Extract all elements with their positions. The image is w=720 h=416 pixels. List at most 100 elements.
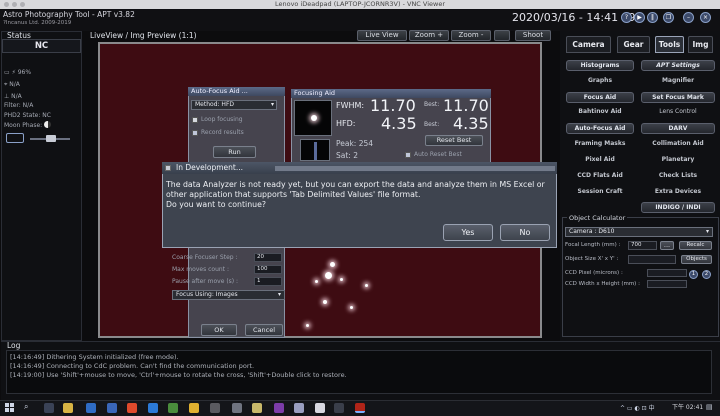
restore-icon[interactable]: ❐: [663, 12, 674, 23]
bahtinov-aid-button[interactable]: Bahtinov Aid: [566, 107, 634, 118]
framing-masks-button[interactable]: Framing Masks: [566, 139, 634, 150]
minimize-icon[interactable]: –: [683, 12, 694, 23]
log-line: [14:16:49] Connecting to CdC problem. Ca…: [10, 362, 255, 370]
star: [340, 278, 343, 281]
auto-focus-aid-button[interactable]: Auto-Focus Aid: [566, 123, 634, 134]
reset-best-button[interactable]: Reset Best: [425, 135, 483, 146]
windows-start-icon[interactable]: [5, 403, 14, 412]
loop-focusing-checkbox[interactable]: Loop focusing: [192, 116, 243, 123]
clock: 2020/03/16 - 14:41 49: [512, 11, 636, 24]
battery-icon: ▭ ⚡: [4, 69, 18, 76]
app-icon[interactable]: [334, 403, 344, 413]
pixel-aid-button[interactable]: Pixel Aid: [566, 155, 634, 166]
zoom-dot-icon[interactable]: [20, 2, 25, 7]
mail-icon[interactable]: [148, 403, 158, 413]
recalc-button[interactable]: Recalc: [679, 241, 712, 250]
app-icon[interactable]: [252, 403, 262, 413]
run-button[interactable]: Run: [213, 146, 256, 158]
camera-select[interactable]: Camera : D610 ▾: [565, 227, 713, 237]
histograms-button[interactable]: Histograms: [566, 60, 634, 71]
zoom-in-button[interactable]: Zoom +: [409, 30, 449, 41]
darv-button[interactable]: DARV: [641, 123, 715, 134]
yes-button[interactable]: Yes: [443, 224, 493, 241]
live-view-button[interactable]: Live View: [357, 30, 407, 41]
fullscreen-button[interactable]: [494, 30, 510, 41]
no-button[interactable]: No: [500, 224, 550, 241]
focus-aid-button[interactable]: Focus Aid: [566, 92, 634, 103]
app-icon[interactable]: [210, 403, 220, 413]
shoot-button[interactable]: Shoot: [515, 30, 551, 41]
profile-graph: [300, 139, 330, 161]
collimation-aid-button[interactable]: Collimation Aid: [641, 139, 715, 150]
play-icon[interactable]: ▶: [634, 12, 645, 23]
objects-button[interactable]: Objects: [681, 255, 712, 264]
pause-icon[interactable]: ‖: [647, 12, 658, 23]
apt-app-icon[interactable]: [355, 403, 365, 413]
close-icon[interactable]: ×: [700, 12, 711, 23]
hfd-best-value: 4.35: [453, 114, 489, 133]
app-icon[interactable]: [315, 403, 325, 413]
office-icon[interactable]: [127, 403, 137, 413]
app-icon[interactable]: [294, 403, 304, 413]
session-craft-button[interactable]: Session Craft: [566, 187, 634, 198]
extra-devices-button[interactable]: Extra Devices: [641, 187, 715, 198]
scope-slider-handle[interactable]: [46, 135, 56, 142]
ok-button[interactable]: OK: [201, 324, 237, 336]
ccd-flats-aid-button[interactable]: CCD Flats Aid: [566, 171, 634, 182]
phd2-status: PHD2 State: NC: [4, 112, 51, 119]
hfd-label: HFD:: [336, 119, 356, 128]
hfd-best-label: Best:: [424, 121, 440, 128]
tab-gear[interactable]: Gear: [617, 36, 650, 53]
tab-tools[interactable]: Tools: [655, 36, 684, 53]
chrome-icon[interactable]: [189, 403, 199, 413]
max-moves-input[interactable]: 100: [254, 265, 282, 274]
object-size-input[interactable]: [628, 255, 676, 264]
graphs-button[interactable]: Graphs: [566, 76, 634, 87]
tab-camera[interactable]: Camera: [566, 36, 611, 53]
two-icon[interactable]: 2: [702, 270, 711, 279]
app-icon[interactable]: [168, 403, 178, 413]
focal-more-button[interactable]: ...: [660, 241, 674, 250]
file-explorer-icon[interactable]: [63, 403, 73, 413]
liveview-head: LiveView / Img Preview (1:1): [90, 31, 197, 40]
ccd-pixel-input[interactable]: [647, 269, 687, 277]
planetary-button[interactable]: Planetary: [641, 155, 715, 166]
pause-input[interactable]: 1: [254, 277, 282, 286]
one-icon[interactable]: 1: [689, 270, 698, 279]
ccd-size-input[interactable]: [647, 280, 687, 288]
ccd-size-label: CCD Width x Height (mm) :: [565, 281, 640, 287]
record-results-checkbox[interactable]: Record results: [192, 129, 244, 136]
coarse-step-input[interactable]: 20: [254, 253, 282, 262]
zoom-out-button[interactable]: Zoom -: [451, 30, 491, 41]
info-icon[interactable]: ?: [621, 12, 632, 23]
ccd-pixel-label: CCD Pixel (microns) :: [565, 270, 623, 276]
close-dot-icon[interactable]: [4, 2, 9, 7]
vnc-title: Lenovo iDeadpad (LAPTOP-JCORNR3V) - VNC …: [274, 0, 446, 8]
search-icon[interactable]: ⌕: [24, 402, 28, 412]
auto-reset-checkbox[interactable]: Auto Reset Best: [405, 151, 462, 158]
indigo-indi-button[interactable]: INDIGO / INDI: [641, 202, 715, 213]
app-icon[interactable]: [232, 403, 242, 413]
task-view-icon[interactable]: [44, 403, 54, 413]
cancel-button[interactable]: Cancel: [245, 324, 283, 336]
scope-icon[interactable]: [6, 133, 24, 143]
apt-settings-button[interactable]: APT Settings: [641, 60, 715, 71]
object-calculator-title: Object Calculator: [567, 214, 628, 222]
minimize-dot-icon[interactable]: [12, 2, 17, 7]
tray-icons[interactable]: ^ ▭ ◐ ⊡ 中: [620, 403, 655, 412]
magnifier-button[interactable]: Magnifier: [641, 76, 715, 87]
tab-img[interactable]: Img: [688, 36, 713, 53]
check-lists-button[interactable]: Check Lists: [641, 171, 715, 182]
star: [315, 280, 318, 283]
focal-length-input[interactable]: 700: [628, 241, 657, 250]
notification-icon[interactable]: ▤: [706, 403, 713, 411]
lens-control-button[interactable]: Lens Control: [641, 107, 715, 118]
set-focus-mark-button[interactable]: Set Focus Mark: [641, 92, 715, 103]
method-select[interactable]: Method: HFD ▾: [191, 100, 277, 110]
vnc-title-bar: Lenovo iDeadpad (LAPTOP-JCORNR3V) - VNC …: [0, 0, 720, 9]
focus-using-select[interactable]: Focus Using: Images ▾: [172, 290, 285, 300]
app-icon[interactable]: [274, 403, 284, 413]
edge-icon[interactable]: [86, 403, 96, 413]
store-icon[interactable]: [107, 403, 117, 413]
moon-phase-label: Moon Phase:: [4, 122, 43, 129]
